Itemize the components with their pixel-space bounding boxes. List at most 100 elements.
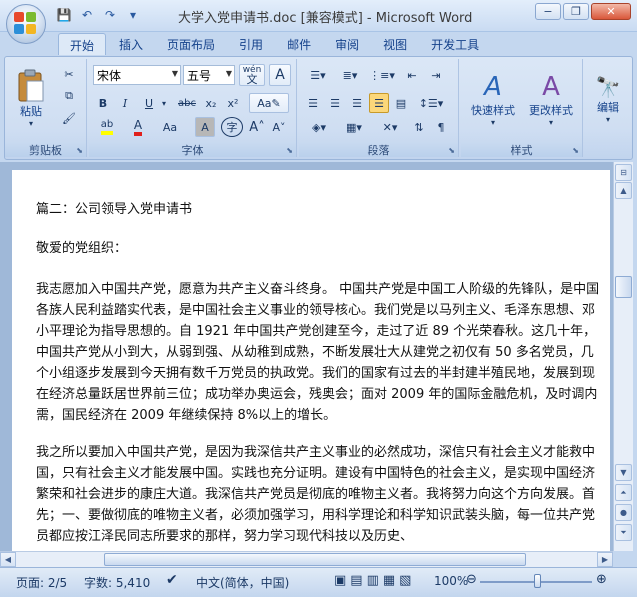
redo-icon[interactable]: ↷ xyxy=(100,6,120,24)
tab-review[interactable]: 审阅 xyxy=(324,33,370,55)
superscript-button[interactable]: x² xyxy=(223,93,243,113)
paste-button[interactable]: 粘贴 ▾ xyxy=(11,63,51,133)
line-spacing-icon[interactable]: ↕☰▾ xyxy=(415,93,447,113)
borders-icon[interactable]: ▦▾ xyxy=(339,117,369,137)
shrink-font-button[interactable]: A˅ xyxy=(269,117,289,137)
doc-paragraph-1: 我志愿加入中国共产党，愿意为共产主义奋斗终身。 中国共产党是中国工人阶级的先锋队… xyxy=(36,282,600,423)
chevron-down-icon: ▼ xyxy=(225,69,232,78)
underline-dropdown-icon[interactable]: ▾ xyxy=(159,93,169,113)
tab-mailings[interactable]: 邮件 xyxy=(276,33,322,55)
change-case-button[interactable]: Aa xyxy=(155,117,185,137)
styles-launcher-icon[interactable]: ⬊ xyxy=(572,146,579,155)
clipboard-group-label: 剪贴板 xyxy=(5,142,86,157)
tab-page-layout[interactable]: 页面布局 xyxy=(156,33,226,55)
ruler-toggle-icon[interactable]: ⊟ xyxy=(615,164,632,181)
doc-paragraph-2: 我之所以要加入中国共产党，是因为我深信共产主义事业的必然成功，深信只有社会主义才… xyxy=(36,445,596,544)
restore-button[interactable]: ❐ xyxy=(563,3,589,20)
subscript-button[interactable]: x₂ xyxy=(201,93,221,113)
horizontal-scroll-thumb[interactable] xyxy=(104,553,526,566)
chevron-down-icon: ▾ xyxy=(490,117,495,127)
tab-view[interactable]: 视图 xyxy=(372,33,418,55)
quick-access-toolbar: 💾 ↶ ↷ ▾ xyxy=(54,6,143,24)
zoom-in-icon[interactable]: ⊕ xyxy=(596,572,607,587)
cut-icon[interactable]: ✂ xyxy=(59,65,79,83)
zoom-slider-knob[interactable] xyxy=(534,574,541,588)
paragraph-group: ☰▾ ≣▾ ⋮≡▾ ⇤ ⇥ ☰ ☰ ☰ ☰ ▤ ↕☰▾ ◈▾ ▦▾ ✕▾ ⇅ ¶… xyxy=(299,59,459,157)
tab-home[interactable]: 开始 xyxy=(58,33,107,55)
select-browse-object-icon[interactable]: ● xyxy=(615,504,632,521)
character-border-button[interactable]: A xyxy=(269,64,291,86)
italic-button[interactable]: I xyxy=(115,93,135,113)
phonetic-guide-button[interactable]: wén 文 xyxy=(239,64,265,86)
show-hide-marks-icon[interactable]: ¶ xyxy=(431,117,451,137)
quick-styles-button[interactable]: A 快速样式 ▾ xyxy=(465,61,521,137)
align-right-icon[interactable]: ☰ xyxy=(347,93,367,113)
enclose-characters-button[interactable]: 字 xyxy=(221,117,243,137)
editing-label: 编辑 xyxy=(597,100,619,114)
chinese-layout-icon[interactable]: ✕▾ xyxy=(375,117,405,137)
justify-icon[interactable]: ☰ xyxy=(369,93,389,113)
page-count[interactable]: 页面: 2/5 xyxy=(16,574,67,591)
word-count[interactable]: 字数: 5,410 xyxy=(84,574,150,591)
zoom-level[interactable]: 100% xyxy=(434,574,468,588)
view-buttons[interactable]: ▣▤▥▦▧ xyxy=(334,573,415,588)
scroll-up-icon[interactable]: ▲ xyxy=(615,182,632,199)
character-shading-button[interactable]: A xyxy=(195,117,215,137)
font-color-button[interactable]: A xyxy=(125,117,151,137)
editing-button[interactable]: 🔭 编辑 ▾ xyxy=(587,61,629,137)
font-name-combo[interactable]: 宋体 ▼ xyxy=(93,65,181,85)
distributed-icon[interactable]: ▤ xyxy=(391,93,411,113)
paste-dropdown-icon: ▾ xyxy=(28,118,33,128)
doc-heading: 篇二：公司领导入党申请书 xyxy=(36,202,193,217)
chevron-down-icon: ▼ xyxy=(171,69,178,78)
document-area: 篇二：公司领导入党申请书 敬爱的党组织： 我志愿加入中国共产党，愿意为共产主义奋… xyxy=(0,162,613,551)
underline-button[interactable]: U xyxy=(139,93,159,113)
undo-icon[interactable]: ↶ xyxy=(77,6,97,24)
font-launcher-icon[interactable]: ⬊ xyxy=(286,146,293,155)
customize-qat-icon[interactable]: ▾ xyxy=(123,6,143,24)
vertical-scroll-thumb[interactable] xyxy=(615,276,632,298)
strikethrough-button[interactable]: abc xyxy=(175,93,199,113)
zoom-out-icon[interactable]: ⊖ xyxy=(466,572,477,587)
office-button[interactable] xyxy=(6,4,46,44)
paragraph-launcher-icon[interactable]: ⬊ xyxy=(448,146,455,155)
vertical-scrollbar[interactable]: ⊟ ▲ ▼ ⏶ ● ⏷ xyxy=(613,162,633,551)
multilevel-list-icon[interactable]: ⋮≡▾ xyxy=(367,65,397,85)
close-button[interactable]: ✕ xyxy=(591,3,631,20)
bold-button[interactable]: B xyxy=(93,93,113,113)
sort-icon[interactable]: ⇅ xyxy=(409,117,429,137)
tab-insert[interactable]: 插入 xyxy=(108,33,154,55)
text-highlight-button[interactable]: ab xyxy=(93,117,121,137)
tab-developer[interactable]: 开发工具 xyxy=(420,33,490,55)
language-indicator[interactable]: 中文(简体，中国) xyxy=(196,574,289,591)
clipboard-launcher-icon[interactable]: ⬊ xyxy=(76,146,83,155)
horizontal-scrollbar[interactable]: ◀ ▶ xyxy=(0,551,613,567)
next-page-icon[interactable]: ⏷ xyxy=(615,524,632,541)
align-left-icon[interactable]: ☰ xyxy=(303,93,323,113)
grow-font-button[interactable]: A˄ xyxy=(247,117,267,137)
font-size-combo[interactable]: 五号 ▼ xyxy=(183,65,235,85)
tab-references[interactable]: 引用 xyxy=(228,33,274,55)
save-icon[interactable]: 💾 xyxy=(54,6,74,24)
scroll-left-icon[interactable]: ◀ xyxy=(0,552,16,567)
scroll-down-icon[interactable]: ▼ xyxy=(615,464,632,481)
clear-formatting-button[interactable]: Aa✎ xyxy=(249,93,289,113)
proofing-icon[interactable]: ✔ xyxy=(166,572,178,588)
window-title: 大学入党申请书.doc [兼容模式] - Microsoft Word xyxy=(178,11,473,26)
document-page[interactable]: 篇二：公司领导入党申请书 敬爱的党组织： 我志愿加入中国共产党，愿意为共产主义奋… xyxy=(12,170,610,551)
change-styles-button[interactable]: A 更改样式 ▾ xyxy=(523,61,579,137)
scroll-right-icon[interactable]: ▶ xyxy=(597,552,613,567)
format-painter-icon[interactable]: 🖌 xyxy=(59,109,79,127)
font-name-value: 宋体 xyxy=(97,69,122,83)
window-controls: − ❐ ✕ xyxy=(535,3,631,20)
copy-icon[interactable]: ⧉ xyxy=(59,87,79,105)
shading-icon[interactable]: ◈▾ xyxy=(303,117,335,137)
previous-page-icon[interactable]: ⏶ xyxy=(615,484,632,501)
minimize-button[interactable]: − xyxy=(535,3,561,20)
numbering-icon[interactable]: ≣▾ xyxy=(335,65,365,85)
align-center-icon[interactable]: ☰ xyxy=(325,93,345,113)
title-bar: 💾 ↶ ↷ ▾ 大学入党申请书.doc [兼容模式] - Microsoft W… xyxy=(0,0,637,32)
decrease-indent-icon[interactable]: ⇤ xyxy=(401,65,423,85)
increase-indent-icon[interactable]: ⇥ xyxy=(425,65,447,85)
bullets-icon[interactable]: ☰▾ xyxy=(303,65,333,85)
